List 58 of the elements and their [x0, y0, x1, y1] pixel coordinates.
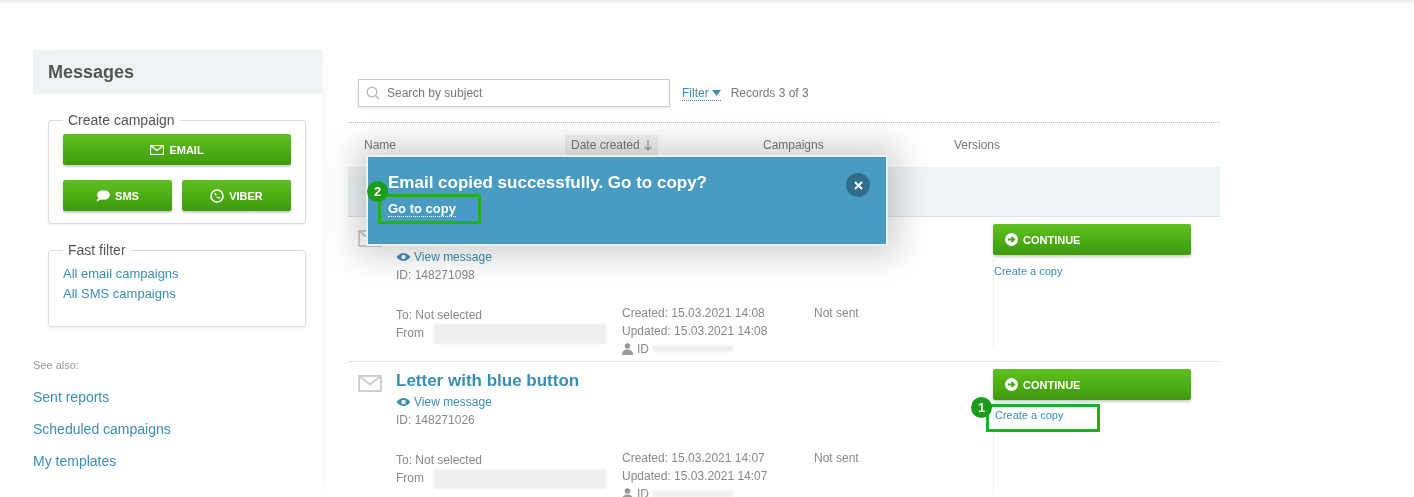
message-id: ID: 148271098	[396, 267, 476, 284]
column-header[interactable]: Campaigns	[757, 135, 830, 155]
continue-button[interactable]: CONTINUE	[993, 224, 1191, 255]
go-to-copy-link[interactable]: Go to copy	[388, 201, 456, 217]
step-badge: 2	[367, 181, 388, 202]
filter-dropdown[interactable]: Filter	[682, 85, 721, 101]
campaign-status: Not sent	[814, 450, 860, 467]
view-message-link[interactable]: View message	[396, 393, 492, 411]
message-title[interactable]: Letter with blue button	[396, 369, 580, 393]
chat-bubble-icon	[96, 189, 111, 202]
recipient-text: To: Not selected	[396, 452, 484, 469]
see-also-label: See also:	[33, 359, 80, 371]
records-count: Records 3 of 3	[730, 86, 809, 100]
campaign-status: Not sent	[814, 305, 860, 322]
filter-link[interactable]: All SMS campaigns	[63, 284, 176, 304]
viber-campaign-button[interactable]: VIBER	[182, 180, 291, 211]
user-icon	[622, 343, 633, 355]
create-copy-link[interactable]: Create a copy	[995, 409, 1064, 421]
sms-campaign-button[interactable]: SMS	[63, 180, 172, 211]
sidebar-title: Messages	[33, 50, 322, 94]
popup-message: Email copied successfully. Go to copy?	[388, 173, 707, 193]
email-campaign-button[interactable]: EMAIL	[63, 134, 291, 165]
create-copy-link[interactable]: Create a copy	[994, 265, 1063, 277]
updated-date: Updated: 15.03.2021 14:08	[622, 323, 769, 340]
search-icon	[366, 86, 380, 100]
message-id: ID: 148271026	[396, 412, 476, 429]
column-header[interactable]: Versions	[948, 135, 1007, 155]
author-id: ID	[637, 341, 649, 358]
column-header[interactable]: Name	[358, 135, 402, 155]
recipient-text: To: Not selected	[396, 307, 484, 324]
sender-label: From	[396, 325, 424, 342]
step-badge: 1	[971, 397, 992, 418]
search-field[interactable]: Search by subject	[358, 79, 670, 107]
close-button[interactable]	[846, 173, 870, 197]
created-date: Created: 15.03.2021 14:07	[622, 450, 766, 467]
envelope-icon	[358, 375, 382, 392]
sidebar-link[interactable]: Sent reports	[33, 387, 110, 407]
arrow-circle-icon	[1005, 378, 1018, 391]
continue-button[interactable]: CONTINUE	[993, 369, 1191, 400]
close-icon	[853, 180, 863, 190]
panel-legend: Create campaign	[63, 112, 180, 128]
phone-bubble-icon	[210, 188, 225, 203]
updated-date: Updated: 15.03.2021 14:07	[622, 468, 769, 485]
sidebar-link[interactable]: My templates	[33, 451, 117, 471]
panel-legend: Fast filter	[63, 242, 131, 258]
eye-icon	[396, 252, 411, 262]
created-date: Created: 15.03.2021 14:08	[622, 305, 766, 322]
column-header[interactable]: Date created	[565, 135, 658, 155]
eye-icon	[396, 397, 411, 407]
sort-arrow-icon	[643, 139, 652, 151]
view-message-link[interactable]: View message	[396, 248, 492, 266]
arrow-circle-icon	[1005, 233, 1018, 246]
sender-label: From	[396, 470, 424, 487]
filter-link[interactable]: All email campaigns	[63, 264, 179, 284]
sidebar-link[interactable]: Scheduled campaigns	[33, 419, 171, 439]
user-icon	[622, 488, 633, 497]
caret-icon	[711, 89, 721, 96]
envelope-icon	[150, 144, 165, 155]
